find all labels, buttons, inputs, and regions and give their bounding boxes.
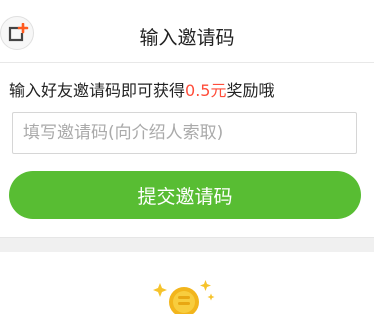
reward-amount: 0.5元 (185, 81, 227, 100)
header: 输入邀请码 (0, 0, 374, 63)
section-divider (0, 237, 374, 253)
gold-coin-icon (153, 280, 215, 314)
page-title: 输入邀请码 (139, 27, 235, 49)
info-prefix: 输入好友邀请码即可获得 (9, 81, 186, 100)
submit-invite-code-button[interactable]: 提交邀请码 (9, 171, 361, 219)
invite-code-input[interactable] (12, 112, 357, 154)
info-suffix: 奖励哦 (226, 81, 275, 100)
invite-reward-info: 输入好友邀请码即可获得0.5元奖励哦 (9, 80, 274, 102)
